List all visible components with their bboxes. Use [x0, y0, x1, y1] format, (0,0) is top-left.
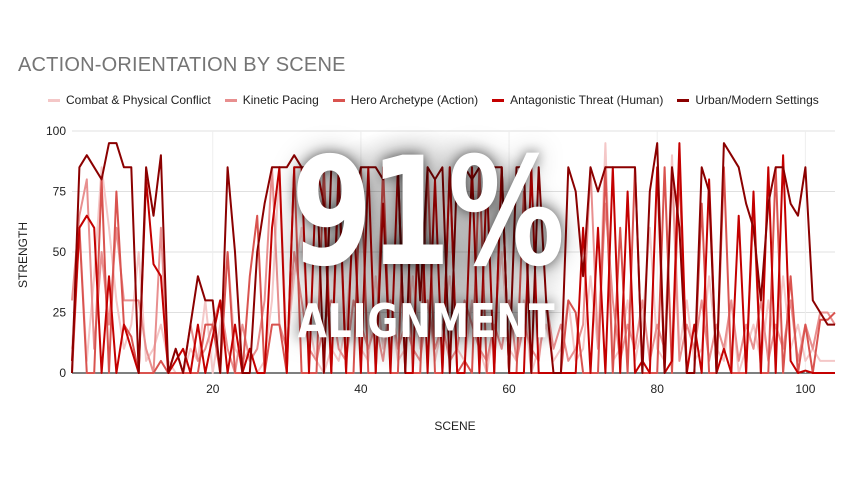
x-tick-label: 20: [206, 382, 220, 396]
x-tick-label: 60: [502, 382, 516, 396]
y-tick-label: 0: [59, 366, 66, 380]
x-tick-label: 100: [795, 382, 815, 396]
x-tick-label: 40: [354, 382, 368, 396]
line-chart: 0 25 50 75 100 20 40 60 80 100 SCENE STRENGTH: [16, 124, 836, 433]
x-axis-label: SCENE: [434, 419, 475, 433]
y-tick-label: 75: [53, 185, 67, 199]
y-tick-label: 100: [46, 124, 66, 138]
series-lines: [71, 142, 836, 374]
y-axis-label: STRENGTH: [16, 222, 30, 288]
y-tick-label: 25: [53, 306, 67, 320]
x-tick-label: 80: [651, 382, 665, 396]
y-tick-label: 50: [53, 245, 67, 259]
